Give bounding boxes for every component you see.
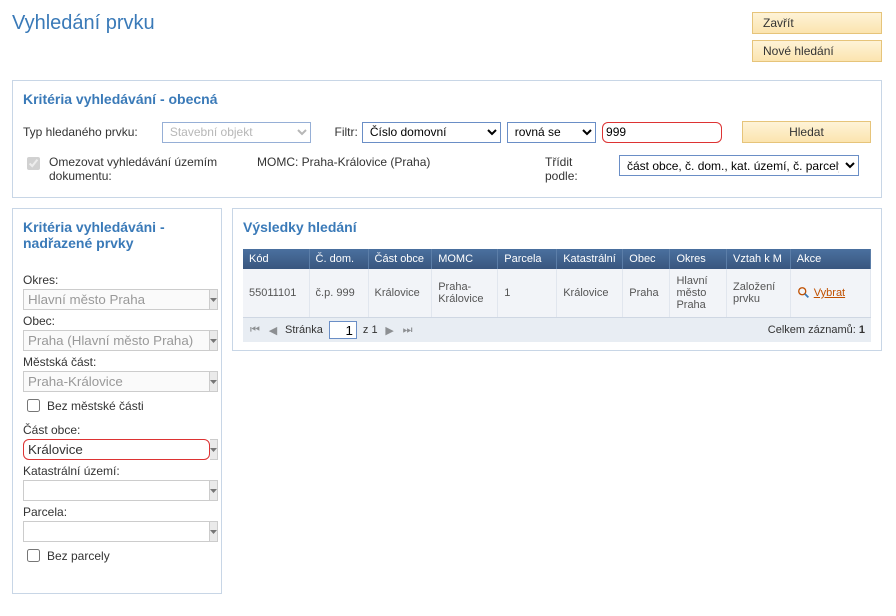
- sort-select[interactable]: část obce, č. dom., kat. území, č. parce…: [619, 155, 859, 176]
- col-vztah[interactable]: Vztah k M: [727, 249, 791, 269]
- page-label: Stránka: [285, 324, 323, 336]
- col-ku[interactable]: Katastrální: [557, 249, 623, 269]
- obec-input: [23, 330, 210, 351]
- parcela-input[interactable]: [23, 521, 210, 542]
- okres-label: Okres:: [23, 273, 211, 287]
- okres-dropdown-icon[interactable]: [210, 289, 218, 310]
- pager: ⏮ ◀ Stránka z 1 ▶ ⏭ Celkem záznamů: 1: [243, 317, 871, 342]
- results-title: Výsledky hledání: [243, 219, 871, 235]
- obec-dropdown-icon[interactable]: [210, 330, 218, 351]
- bez-parcely-label: Bez parcely: [47, 549, 110, 563]
- cell-parcela: 1: [498, 269, 557, 317]
- table-row: 55011101 č.p. 999 Královice Praha-Králov…: [243, 269, 871, 317]
- prev-page-icon[interactable]: ◀: [267, 323, 279, 337]
- restrict-label: Omezovat vyhledávání územím dokumentu:: [49, 155, 243, 183]
- restrict-checkbox: [27, 157, 40, 170]
- criteria-parent-title: Kritéria vyhledáváni - nadřazené prvky: [23, 219, 211, 251]
- cell-ku: Královice: [557, 269, 623, 317]
- col-cast[interactable]: Část obce: [368, 249, 432, 269]
- mc-label: Městská část:: [23, 355, 211, 369]
- last-page-icon[interactable]: ⏭: [402, 323, 414, 337]
- cell-momc: Praha-Královice: [432, 269, 498, 317]
- col-cdom[interactable]: Č. dom.: [309, 249, 368, 269]
- cell-cast: Královice: [368, 269, 432, 317]
- new-search-button[interactable]: Nové hledání: [752, 40, 882, 62]
- ku-dropdown-icon[interactable]: [210, 480, 218, 501]
- okres-input: [23, 289, 210, 310]
- sort-label: Třídit podle:: [545, 155, 605, 183]
- select-link[interactable]: Vybrat: [814, 287, 845, 299]
- close-button[interactable]: Zavřít: [752, 12, 882, 34]
- criteria-parent-panel: Kritéria vyhledáváni - nadřazené prvky O…: [12, 208, 222, 594]
- parcela-dropdown-icon[interactable]: [210, 521, 218, 542]
- search-button[interactable]: Hledat: [742, 121, 871, 143]
- page-of: z 1: [363, 324, 378, 336]
- col-momc[interactable]: MOMC: [432, 249, 498, 269]
- col-parcela[interactable]: Parcela: [498, 249, 557, 269]
- page-input[interactable]: [329, 321, 357, 339]
- col-kod[interactable]: Kód: [243, 249, 309, 269]
- obec-label: Obec:: [23, 314, 211, 328]
- type-select: Stavební objekt: [162, 122, 311, 143]
- filter-label: Filtr:: [334, 125, 357, 139]
- bez-mc-checkbox[interactable]: [27, 399, 40, 412]
- page-title: Vyhledání prvku: [12, 12, 155, 35]
- col-akce: Akce: [790, 249, 870, 269]
- cast-dropdown-icon[interactable]: [210, 439, 218, 460]
- mc-dropdown-icon[interactable]: [210, 371, 218, 392]
- criteria-general-title: Kritéria vyhledávání - obecná: [23, 91, 871, 107]
- cell-cdom: č.p. 999: [309, 269, 368, 317]
- cast-input[interactable]: [23, 439, 210, 460]
- results-panel: Výsledky hledání Kód Č. dom. Část obce M…: [232, 208, 882, 351]
- total-label: Celkem záznamů:: [768, 324, 856, 336]
- ku-label: Katastrální území:: [23, 464, 211, 478]
- cell-akce: Vybrat: [790, 269, 870, 317]
- momc-label: MOMC: Praha-Královice (Praha): [257, 155, 437, 169]
- mc-input: [23, 371, 210, 392]
- cell-kod: 55011101: [243, 269, 309, 317]
- select-icon: [797, 286, 811, 300]
- total-count: 1: [859, 324, 865, 336]
- results-table: Kód Č. dom. Část obce MOMC Parcela Katas…: [243, 249, 871, 317]
- cell-okres: Hlavní město Praha: [670, 269, 727, 317]
- first-page-icon[interactable]: ⏮: [249, 323, 261, 337]
- criteria-general-panel: Kritéria vyhledávání - obecná Typ hledan…: [12, 80, 882, 198]
- next-page-icon[interactable]: ▶: [384, 323, 396, 337]
- bez-parcely-checkbox[interactable]: [27, 549, 40, 562]
- filter-value-input[interactable]: [602, 122, 722, 143]
- filter-field-select[interactable]: Číslo domovní: [362, 122, 501, 143]
- cell-obec: Praha: [623, 269, 670, 317]
- bez-mc-label: Bez městské části: [47, 399, 144, 413]
- col-okres[interactable]: Okres: [670, 249, 727, 269]
- filter-op-select[interactable]: rovná se: [507, 122, 596, 143]
- type-label: Typ hledaného prvku:: [23, 125, 162, 139]
- parcela-label: Parcela:: [23, 505, 211, 519]
- cast-label: Část obce:: [23, 423, 211, 437]
- col-obec[interactable]: Obec: [623, 249, 670, 269]
- cell-vztah: Založení prvku: [727, 269, 791, 317]
- ku-input[interactable]: [23, 480, 210, 501]
